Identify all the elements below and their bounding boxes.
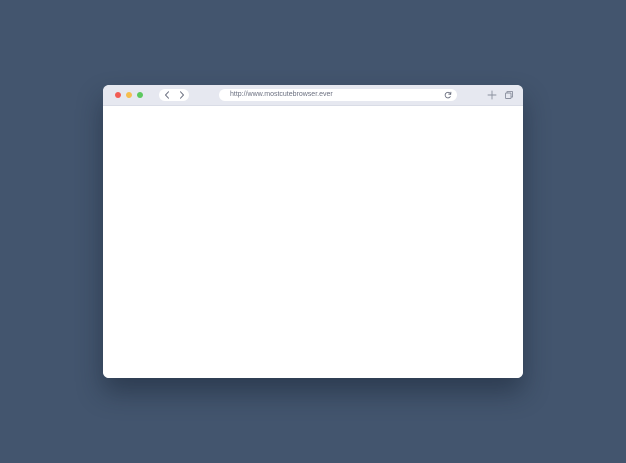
minimize-window-button[interactable] [126,92,132,98]
maximize-window-button[interactable] [137,92,143,98]
page-content-area [103,106,523,378]
navigation-buttons [159,89,189,101]
reload-button[interactable] [444,91,452,99]
tabs-overview-icon [505,91,513,99]
browser-toolbar: http://www.mostcutebrowser.ever [103,85,523,106]
address-bar[interactable]: http://www.mostcutebrowser.ever [219,89,457,101]
new-tab-button[interactable] [487,90,497,100]
close-window-button[interactable] [115,92,121,98]
chevron-left-icon [164,91,169,99]
reload-icon [444,91,452,99]
back-button[interactable] [159,89,174,101]
browser-window: http://www.mostcutebrowser.ever [103,85,523,378]
url-text: http://www.mostcutebrowser.ever [230,91,333,98]
tabs-overview-button[interactable] [504,90,514,100]
plus-icon [487,90,497,100]
chevron-right-icon [179,91,184,99]
forward-button[interactable] [174,89,189,101]
